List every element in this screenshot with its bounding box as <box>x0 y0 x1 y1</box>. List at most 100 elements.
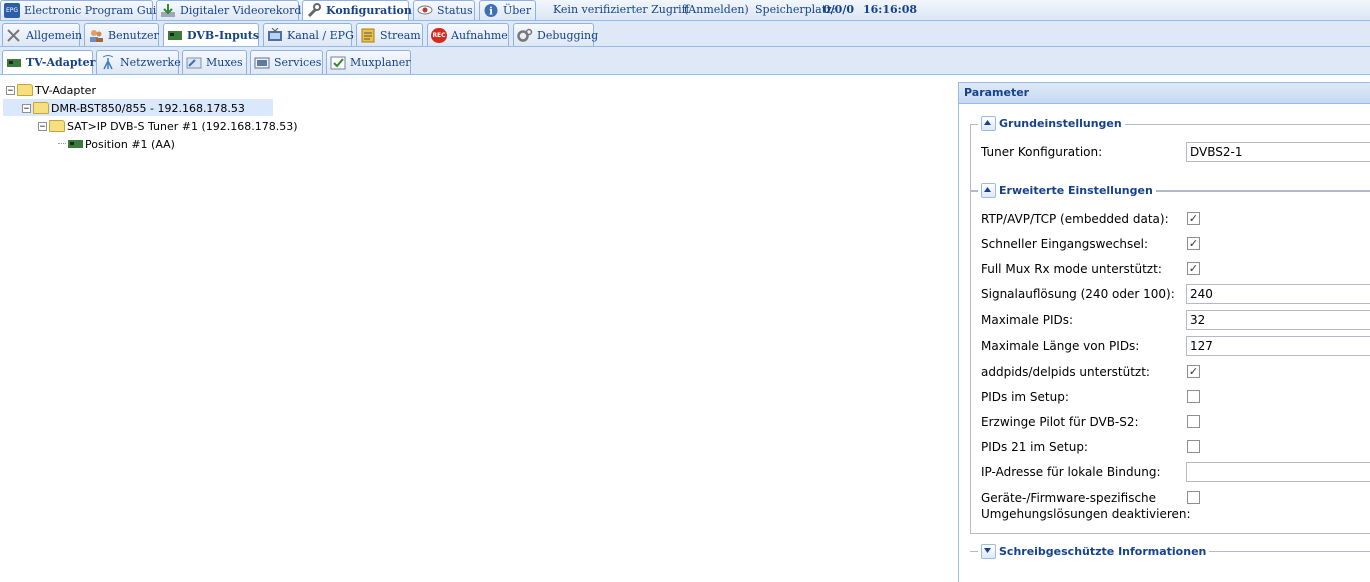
clock: 16:16:08 <box>863 3 918 16</box>
max-pids-input[interactable]: 32 <box>1186 310 1370 330</box>
collapse-up-icon[interactable] <box>981 183 996 198</box>
tab-epg-label: Electronic Program Guide <box>24 4 170 17</box>
tab-dvb-inputs[interactable]: DVB-Inputs <box>163 23 259 46</box>
folder-open-icon <box>33 102 49 114</box>
tab-dvr-label: Digitaler Videorekorder <box>180 4 314 17</box>
panel-body: Grundeinstellungen Tuner Konfiguration: … <box>959 104 1370 582</box>
tv-icon <box>267 27 283 43</box>
tree-node-root[interactable]: − TV-Adapter <box>6 82 96 98</box>
tab-services-label: Services <box>274 56 322 69</box>
pids21-checkbox[interactable] <box>1187 440 1200 453</box>
tree-connector <box>58 143 66 145</box>
tools-icon <box>6 28 22 43</box>
tab-allgemein[interactable]: Allgemein <box>2 23 83 46</box>
card-icon <box>68 139 83 149</box>
stream-icon <box>360 28 376 43</box>
collapse-toggle-icon[interactable]: − <box>22 103 31 113</box>
tab-ueber[interactable]: i Über <box>479 0 536 20</box>
panel-title: Parameter <box>959 83 1370 104</box>
ip-bind-label: IP-Adresse für lokale Bindung: <box>981 465 1161 479</box>
workarounds-label-line1: Geräte-/Firmware-spezifische <box>981 491 1157 505</box>
tab-stream[interactable]: Stream <box>356 23 423 46</box>
tab-tv-adapter[interactable]: TV-Adapter <box>2 50 96 74</box>
full-mux-checkbox[interactable]: ✓ <box>1187 262 1200 275</box>
tab-debugging-label: Debugging <box>537 28 599 42</box>
pids21-label: PIDs 21 im Setup: <box>981 440 1088 454</box>
rec-icon: REC <box>431 27 447 43</box>
fieldset-advanced-legend[interactable]: Erweiterte Einstellungen <box>978 183 1156 198</box>
fieldset-basic-legend[interactable]: Grundeinstellungen <box>978 116 1125 131</box>
login-link[interactable]: (Anmelden) <box>684 3 749 16</box>
tab-konfiguration-label: Konfiguration <box>326 4 412 17</box>
access-status: Kein verifizierter Zugriff <box>553 3 690 16</box>
pilot-checkbox[interactable] <box>1187 415 1200 428</box>
planner-icon <box>330 55 346 70</box>
tree-node-position-label: Position #1 (AA) <box>85 137 175 151</box>
fast-input-checkbox[interactable]: ✓ <box>1187 237 1200 250</box>
epg-icon: EPG <box>4 3 20 18</box>
tab-aufnahme[interactable]: REC Aufnahme <box>427 23 509 46</box>
collapse-toggle-icon[interactable]: − <box>38 121 47 131</box>
tab-kanal-epg-label: Kanal / EPG <box>287 28 354 42</box>
parameter-panel: Parameter Grundeinstellungen Tuner Konfi… <box>958 82 1370 582</box>
tab-status[interactable]: Status <box>413 0 475 20</box>
pids-setup-label: PIDs im Setup: <box>981 390 1069 404</box>
tab-konfiguration[interactable]: Konfiguration <box>302 0 412 20</box>
tree-node-position[interactable]: Position #1 (AA) <box>58 136 175 152</box>
tab-aufnahme-label: Aufnahme <box>451 28 508 42</box>
collapse-toggle-icon[interactable]: − <box>6 85 15 95</box>
svg-text:i: i <box>489 7 493 18</box>
rtp-checkbox[interactable]: ✓ <box>1187 212 1200 225</box>
tab-status-label: Status <box>437 4 473 17</box>
rtp-label: RTP/AVP/TCP (embedded data): <box>981 212 1169 226</box>
tab-netzwerke[interactable]: Netzwerke <box>96 50 181 74</box>
info-icon: i <box>483 3 499 18</box>
eye-icon <box>417 3 433 18</box>
tab-services[interactable]: Services <box>250 50 323 74</box>
tree-node-tuner-label: SAT>IP DVB-S Tuner #1 (192.168.178.53) <box>67 119 298 133</box>
tab-benutzer-label: Benutzer <box>108 28 159 42</box>
tree-node-device[interactable]: − DMR-BST850/855 - 192.168.178.53 <box>22 100 245 116</box>
fieldset-readonly-legend[interactable]: Schreibgeschützte Informationen <box>978 544 1210 559</box>
tab-tv-adapter-label: TV-Adapter <box>26 56 96 69</box>
max-pids-label: Maximale PIDs: <box>981 313 1074 327</box>
tree-node-root-label: TV-Adapter <box>35 83 96 97</box>
tab-debugging[interactable]: Debugging <box>513 23 598 46</box>
signal-input[interactable]: 240 <box>1186 284 1370 304</box>
ip-bind-input[interactable] <box>1186 462 1370 482</box>
tab-allgemein-label: Allgemein <box>26 28 83 42</box>
antenna-icon <box>100 55 116 70</box>
addpids-checkbox[interactable]: ✓ <box>1187 365 1200 378</box>
tab-benutzer[interactable]: Benutzer <box>84 23 159 46</box>
users-icon <box>88 28 104 43</box>
max-pid-len-input[interactable]: 127 <box>1186 336 1370 356</box>
card-icon <box>6 55 22 70</box>
collapse-down-icon[interactable] <box>981 544 996 559</box>
storage-value: 0/0/0 <box>823 3 854 16</box>
workarounds-checkbox[interactable] <box>1187 491 1200 504</box>
tab-ueber-label: Über <box>503 4 532 17</box>
services-icon <box>254 55 270 70</box>
pids-setup-checkbox[interactable] <box>1187 390 1200 403</box>
tree-node-tuner[interactable]: − SAT>IP DVB-S Tuner #1 (192.168.178.53) <box>38 118 298 134</box>
tab-kanal-epg[interactable]: Kanal / EPG <box>263 23 354 46</box>
pilot-label: Erzwinge Pilot für DVB-S2: <box>981 415 1139 429</box>
dvb-tab-bar: TV-Adapter Netzwerke Muxes Services Muxp… <box>0 47 1370 75</box>
fieldset-advanced-title: Erweiterte Einstellungen <box>999 184 1153 197</box>
tab-muxplaner[interactable]: Muxplaner <box>326 50 411 74</box>
tab-dvr[interactable]: Digitaler Videorekorder <box>156 0 313 20</box>
tuner-config-select[interactable]: DVBS2-1 <box>1186 142 1370 162</box>
fast-input-label: Schneller Eingangswechsel: <box>981 237 1148 251</box>
signal-label: Signalauflösung (240 oder 100): <box>981 287 1175 301</box>
tab-dvb-inputs-label: DVB-Inputs <box>187 28 260 42</box>
tab-epg[interactable]: EPG Electronic Program Guide <box>0 0 170 20</box>
addpids-label: addpids/delpids unterstützt: <box>981 365 1150 379</box>
folder-open-icon <box>49 120 65 132</box>
wrench-icon <box>306 3 322 18</box>
tab-muxes[interactable]: Muxes <box>182 50 247 74</box>
tree-node-device-label: DMR-BST850/855 - 192.168.178.53 <box>51 101 245 115</box>
main-menu-bar: EPG Electronic Program Guide Digitaler V… <box>0 0 1370 21</box>
collapse-up-icon[interactable] <box>981 116 996 131</box>
max-pid-len-label: Maximale Länge von PIDs: <box>981 339 1140 353</box>
config-tab-bar: Allgemein Benutzer DVB-Inputs Kanal / EP… <box>0 21 1370 47</box>
